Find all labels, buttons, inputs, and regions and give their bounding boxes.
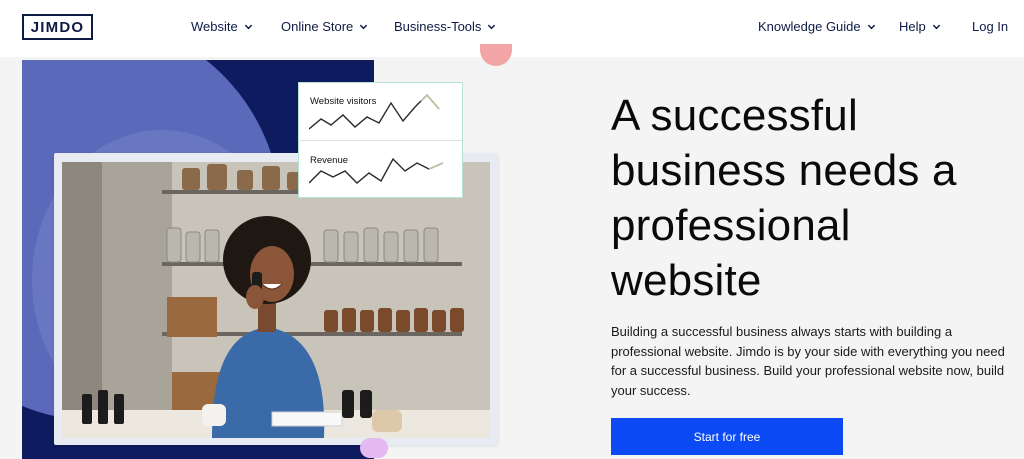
- nav-website-label: Website: [191, 19, 238, 34]
- nav-business-tools[interactable]: Business-Tools: [394, 19, 496, 34]
- nav-online-store[interactable]: Online Store: [281, 19, 368, 34]
- nav-knowledge-guide[interactable]: Knowledge Guide: [758, 19, 876, 34]
- chevron-down-icon: [932, 22, 941, 31]
- chevron-down-icon: [244, 22, 253, 31]
- chevron-down-icon: [359, 22, 368, 31]
- start-for-free-button[interactable]: Start for free: [611, 418, 843, 455]
- nav-online-store-label: Online Store: [281, 19, 354, 34]
- hero-title: A successful business needs a profession…: [611, 91, 957, 305]
- jimdo-logo[interactable]: JIMDO: [22, 14, 93, 40]
- nav-website[interactable]: Website: [191, 19, 253, 34]
- card-divider: [299, 140, 462, 141]
- top-navigation-bar: JIMDO Website Online Store Business-Tool…: [0, 0, 1024, 57]
- hero-description: Building a successful business always st…: [611, 324, 1005, 398]
- woman-on-phone-illustration: [62, 162, 490, 438]
- nav-business-tools-label: Business-Tools: [394, 19, 482, 34]
- decorative-lilac-circle: [360, 438, 388, 458]
- chevron-down-icon: [487, 22, 496, 31]
- hero-photo: [62, 162, 490, 438]
- login-link[interactable]: Log In: [972, 19, 1008, 34]
- nav-knowledge-guide-label: Knowledge Guide: [758, 19, 861, 34]
- website-visitors-sparkline: [309, 93, 440, 130]
- nav-help-label: Help: [899, 19, 926, 34]
- analytics-card: Website visitors Revenue: [298, 82, 463, 198]
- chevron-down-icon: [867, 22, 876, 31]
- revenue-sparkline: [309, 157, 444, 184]
- decorative-pink-circle: [480, 44, 512, 66]
- nav-help[interactable]: Help: [899, 19, 941, 34]
